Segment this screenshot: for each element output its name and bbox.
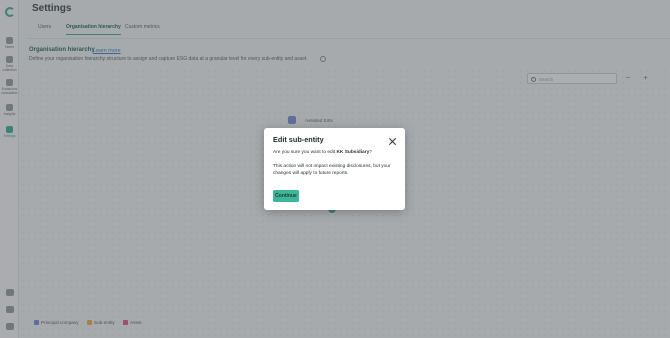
- question-prefix: Are you sure you want to edit: [273, 150, 337, 155]
- dialog-question: Are you sure you want to edit KK Subsidi…: [273, 150, 372, 155]
- entity-name: KK Subsidiary: [336, 150, 370, 155]
- close-icon[interactable]: [388, 137, 396, 145]
- dialog-title: Edit sub-entity: [273, 135, 324, 144]
- dialog-note: This action will not impact existing dis…: [273, 164, 391, 176]
- question-suffix: ?: [369, 150, 372, 155]
- continue-button[interactable]: Continue: [273, 190, 299, 202]
